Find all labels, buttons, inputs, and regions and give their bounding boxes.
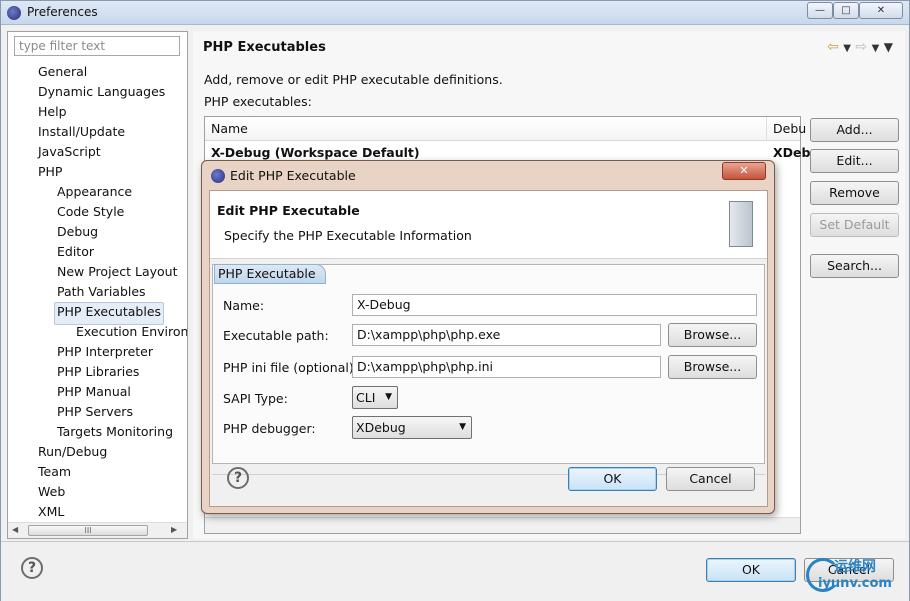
- remove-button[interactable]: Remove: [810, 181, 899, 205]
- tab-php-executable[interactable]: PHP Executable: [214, 264, 326, 284]
- sidebar-item[interactable]: Dynamic Languages: [38, 82, 165, 102]
- sidebar-item[interactable]: Run/Debug: [38, 442, 107, 462]
- scroll-left-icon[interactable]: ◀: [12, 525, 18, 534]
- executables-label: PHP executables:: [204, 94, 312, 109]
- executable-path-label: Executable path:: [223, 328, 329, 343]
- php-debugger-label: PHP debugger:: [223, 421, 316, 436]
- sidebar-item[interactable]: Editor: [57, 242, 94, 262]
- sapi-type-label: SAPI Type:: [223, 391, 288, 406]
- footer-bar: ? OK Cancel: [1, 541, 909, 601]
- tab-panel: PHP Executable Name: X-Debug Executable …: [212, 264, 765, 464]
- watermark-text: 运维网: [834, 559, 876, 575]
- table-cell-debugger: XDeb: [773, 145, 811, 160]
- dropdown-arrow-icon: ▼: [459, 422, 466, 432]
- sidebar-item[interactable]: XML: [38, 502, 64, 520]
- watermark-logo: 运维网 iyunv.com: [800, 556, 910, 596]
- browse-ini-button[interactable]: Browse...: [668, 355, 757, 379]
- dialog-heading: Edit PHP Executable: [217, 203, 360, 218]
- page-title: PHP Executables: [203, 40, 326, 55]
- edit-button[interactable]: Edit...: [810, 149, 899, 173]
- sidebar-item[interactable]: PHP Manual: [57, 382, 131, 402]
- sidebar-item[interactable]: PHP Interpreter: [57, 342, 153, 362]
- sidebar-item[interactable]: Install/Update: [38, 122, 125, 142]
- sidebar-item[interactable]: PHP Servers: [57, 402, 133, 422]
- scroll-right-icon[interactable]: ▶: [171, 525, 177, 534]
- column-header-debugger[interactable]: Debu: [767, 117, 806, 141]
- back-menu-icon[interactable]: ▼: [843, 43, 851, 54]
- sidebar-item[interactable]: Team: [38, 462, 71, 482]
- back-icon[interactable]: ⇦: [827, 39, 839, 55]
- sidebar-item[interactable]: PHP: [38, 162, 62, 182]
- dialog-ok-button[interactable]: OK: [568, 467, 657, 491]
- sidebar-item[interactable]: Path Variables: [57, 282, 146, 302]
- dialog-cancel-button[interactable]: Cancel: [666, 467, 755, 491]
- help-icon[interactable]: ?: [227, 467, 249, 489]
- dialog-subheading: Specify the PHP Executable Information: [224, 228, 472, 243]
- sidebar-item[interactable]: Execution Environi: [76, 322, 187, 342]
- watermark-url: iyunv.com: [818, 576, 892, 591]
- set-default-button[interactable]: Set Default: [810, 213, 899, 237]
- minimize-button[interactable]: —: [807, 2, 833, 19]
- sidebar-item[interactable]: Web: [38, 482, 65, 502]
- view-menu-icon[interactable]: ▼: [884, 40, 893, 54]
- php-ini-field[interactable]: D:\xampp\php\php.ini: [352, 356, 661, 378]
- filter-input[interactable]: type filter text: [14, 36, 180, 56]
- php-debugger-value: XDebug: [356, 420, 406, 435]
- forward-menu-icon[interactable]: ▼: [872, 43, 880, 54]
- add-button[interactable]: Add...: [810, 118, 899, 142]
- preferences-sidebar: type filter text General Dynamic Language…: [7, 31, 188, 539]
- scroll-thumb[interactable]: III: [28, 525, 148, 536]
- search-button[interactable]: Search...: [810, 254, 899, 278]
- sidebar-item[interactable]: Targets Monitoring: [57, 422, 173, 442]
- dialog-close-button[interactable]: ✕: [722, 162, 766, 180]
- navigation-icons: ⇦ ▼ ⇨ ▼ ▼: [827, 39, 893, 55]
- sidebar-item[interactable]: PHP Libraries: [57, 362, 139, 382]
- preferences-tree: General Dynamic Languages Help Install/Upda…: [8, 60, 187, 520]
- window-title: Preferences: [27, 5, 98, 19]
- forward-icon[interactable]: ⇨: [855, 39, 867, 55]
- sidebar-item[interactable]: Help: [38, 102, 67, 122]
- help-icon[interactable]: ?: [21, 557, 43, 579]
- sidebar-item[interactable]: Code Style: [57, 202, 124, 222]
- sidebar-scrollbar[interactable]: ◀ III ▶: [8, 522, 187, 538]
- sapi-type-select[interactable]: CLI ▼: [352, 386, 398, 409]
- name-field[interactable]: X-Debug: [352, 294, 757, 316]
- column-header-name[interactable]: Name: [205, 117, 767, 141]
- dialog-body: Edit PHP Executable Specify the PHP Exec…: [209, 190, 768, 507]
- sidebar-item[interactable]: JavaScript: [38, 142, 101, 162]
- sapi-type-value: CLI: [356, 390, 376, 405]
- php-ini-label: PHP ini file (optional):: [223, 360, 358, 375]
- title-bar: Preferences — □ ✕: [1, 1, 909, 25]
- name-label: Name:: [223, 298, 265, 313]
- dialog-title: Edit PHP Executable: [230, 168, 356, 183]
- page-description: Add, remove or edit PHP executable defin…: [204, 72, 503, 87]
- table-scrollbar[interactable]: [205, 517, 800, 533]
- dialog-header: Edit PHP Executable Specify the PHP Exec…: [210, 191, 767, 259]
- php-debugger-select[interactable]: XDebug ▼: [352, 416, 472, 439]
- eclipse-icon: [211, 169, 225, 183]
- edit-php-executable-dialog: Edit PHP Executable ✕ Edit PHP Executabl…: [201, 160, 775, 514]
- sidebar-item[interactable]: New Project Layout: [57, 262, 177, 282]
- executable-path-field[interactable]: D:\xampp\php\php.exe: [352, 324, 661, 346]
- sidebar-item[interactable]: General: [38, 62, 87, 82]
- browse-executable-button[interactable]: Browse...: [668, 323, 757, 347]
- eclipse-icon: [7, 6, 21, 20]
- ok-button[interactable]: OK: [706, 558, 796, 582]
- sidebar-item[interactable]: Debug: [57, 222, 98, 242]
- sidebar-item[interactable]: Appearance: [57, 182, 132, 202]
- close-window-button[interactable]: ✕: [859, 2, 903, 19]
- server-icon: [729, 201, 753, 247]
- maximize-button[interactable]: □: [833, 2, 859, 19]
- dropdown-arrow-icon: ▼: [385, 392, 392, 402]
